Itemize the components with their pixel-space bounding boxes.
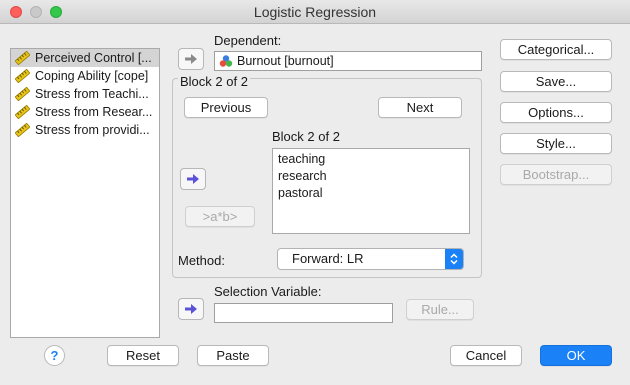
title-bar: Logistic Regression	[0, 0, 630, 24]
rule-button[interactable]: Rule...	[406, 299, 474, 320]
chevron-updown-icon	[445, 249, 463, 269]
arrow-right-icon	[187, 174, 199, 184]
options-button[interactable]: Options...	[500, 102, 612, 123]
variable-item[interactable]: Stress from providi...	[11, 121, 159, 139]
block-header: Block 2 of 2	[178, 74, 250, 89]
logistic-regression-dialog: Logistic Regression Perceived Control [.…	[0, 0, 630, 385]
variable-label: Stress from Teachi...	[35, 87, 149, 101]
save-button[interactable]: Save...	[500, 71, 612, 92]
bootstrap-button[interactable]: Bootstrap...	[500, 164, 612, 185]
arrow-right-icon	[185, 304, 197, 314]
variable-list[interactable]: Perceived Control [... Coping Ability [c…	[10, 48, 160, 338]
paste-button[interactable]: Paste	[197, 345, 269, 366]
variable-item[interactable]: Stress from Resear...	[11, 103, 159, 121]
help-icon[interactable]: ?	[44, 345, 65, 366]
ok-button[interactable]: OK	[540, 345, 612, 366]
covariates-list[interactable]: teaching research pastoral	[272, 148, 470, 234]
variable-label: Stress from providi...	[35, 123, 150, 137]
categorical-button[interactable]: Categorical...	[500, 39, 612, 60]
method-value: Forward: LR	[292, 251, 364, 266]
window-title: Logistic Regression	[253, 4, 377, 20]
list-item[interactable]: research	[273, 168, 469, 185]
scale-ruler-icon	[15, 69, 30, 83]
scale-ruler-icon	[15, 123, 30, 137]
scale-ruler-icon	[15, 105, 30, 119]
scale-ruler-icon	[15, 87, 30, 101]
block-list-header: Block 2 of 2	[272, 129, 340, 144]
move-to-dependent-button[interactable]	[178, 48, 204, 70]
method-select[interactable]: Forward: LR	[277, 248, 464, 270]
cancel-button[interactable]: Cancel	[450, 345, 522, 366]
move-to-selection-button[interactable]	[178, 298, 204, 320]
move-to-covariates-button[interactable]	[180, 168, 206, 190]
variable-label: Stress from Resear...	[35, 105, 153, 119]
scale-ruler-icon	[15, 51, 30, 65]
nominal-variable-icon	[219, 55, 233, 67]
style-button[interactable]: Style...	[500, 133, 612, 154]
variable-item[interactable]: Perceived Control [...	[11, 49, 159, 67]
variable-label: Coping Ability [cope]	[35, 69, 149, 83]
selection-variable-field[interactable]	[214, 303, 393, 323]
dependent-value: Burnout [burnout]	[237, 54, 334, 68]
next-block-button[interactable]: Next	[378, 97, 462, 118]
reset-button[interactable]: Reset	[107, 345, 179, 366]
variable-item[interactable]: Coping Ability [cope]	[11, 67, 159, 85]
selection-variable-label: Selection Variable:	[214, 284, 322, 299]
arrow-right-icon	[185, 54, 197, 64]
method-label: Method:	[178, 253, 225, 268]
variable-item[interactable]: Stress from Teachi...	[11, 85, 159, 103]
previous-block-button[interactable]: Previous	[184, 97, 268, 118]
list-item[interactable]: teaching	[273, 151, 469, 168]
interaction-button[interactable]: >a*b>	[185, 206, 255, 227]
dependent-field[interactable]: Burnout [burnout]	[214, 51, 482, 71]
dependent-label: Dependent:	[214, 33, 282, 48]
variable-label: Perceived Control [...	[35, 51, 152, 65]
list-item[interactable]: pastoral	[273, 185, 469, 202]
